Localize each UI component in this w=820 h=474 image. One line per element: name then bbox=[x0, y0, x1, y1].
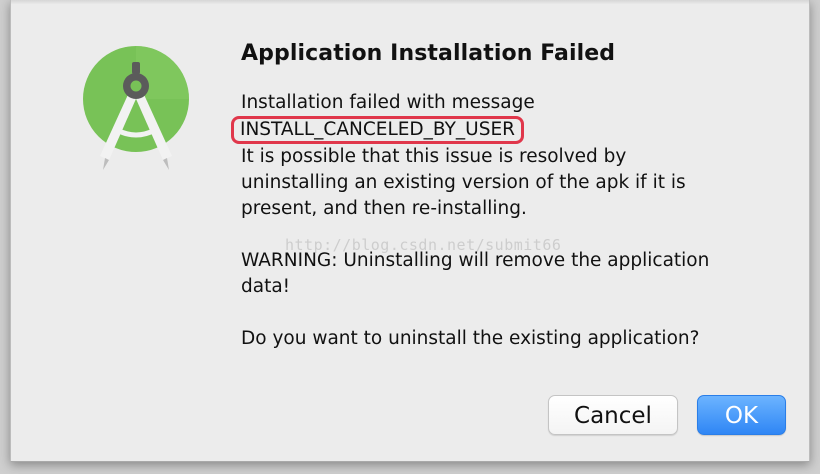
dialog-title: Application Installation Failed bbox=[241, 41, 616, 66]
message-line-4: uninstalling an existing version of the … bbox=[241, 172, 686, 193]
question-text: Do you want to uninstall the existing ap… bbox=[241, 328, 700, 349]
android-studio-icon bbox=[81, 44, 191, 172]
error-code-highlight: INSTALL_CANCELED_BY_USER bbox=[231, 116, 524, 144]
cancel-button[interactable]: Cancel bbox=[548, 395, 678, 435]
message-line-5: present, and then re-installing. bbox=[241, 198, 527, 219]
message-line-1: Installation failed with message bbox=[241, 92, 535, 113]
message-line-3: It is possible that this issue is resolv… bbox=[241, 146, 627, 167]
install-failed-dialog: Application Installation Failed Installa… bbox=[10, 0, 810, 462]
ok-button[interactable]: OK bbox=[697, 395, 786, 435]
warning-line-2: data! bbox=[241, 276, 291, 297]
dialog-top-edge bbox=[11, 0, 809, 4]
watermark-text: http://blog.csdn.net/submit66 bbox=[285, 236, 562, 254]
message-line-2: INSTALL_CANCELED_BY_USER bbox=[231, 116, 786, 144]
dialog-content: Application Installation Failed Installa… bbox=[231, 38, 786, 352]
